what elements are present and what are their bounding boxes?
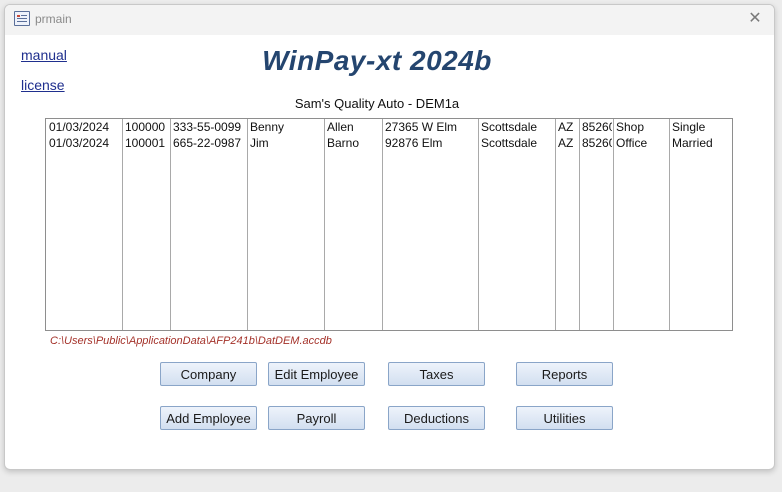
state-cell: AZ — [558, 136, 574, 150]
department-cell: Shop — [616, 120, 645, 134]
title-bar: prmain ✕ — [5, 5, 774, 35]
zip-cell: 85260 — [582, 120, 612, 134]
zip-cell: 85260 — [582, 136, 612, 150]
marital-status-cell: Married — [672, 136, 713, 150]
company-button[interactable]: Company — [160, 362, 257, 386]
app-title: WinPay-xt 2024b — [262, 45, 492, 76]
department-cell: Office — [616, 136, 648, 150]
ssn-cell: 665-22-0987 — [173, 136, 242, 150]
address-cell: 27365 W Elm — [385, 120, 458, 134]
address-cell: 92876 Elm — [385, 136, 443, 150]
pay-date-cell: 01/03/2024 — [49, 136, 110, 150]
state-cell: AZ — [558, 120, 574, 134]
taxes-button[interactable]: Taxes — [388, 362, 485, 386]
employee-row[interactable]: 01/03/2024 100000 333-55-0099 Benny Alle… — [46, 120, 732, 136]
employee-id-cell: 100001 — [125, 136, 166, 150]
last-name-cell: Allen — [327, 120, 354, 134]
employee-list[interactable]: 01/03/2024 100000 333-55-0099 Benny Alle… — [45, 118, 733, 331]
company-name: Sam's Quality Auto - DEM1a — [294, 96, 460, 111]
payroll-button[interactable]: Payroll — [268, 406, 365, 430]
prmain-window: prmain ✕ manual license WinPay-xt 2024b … — [4, 4, 775, 470]
employee-row[interactable]: 01/03/2024 100001 665-22-0987 Jim Barno … — [46, 136, 732, 152]
database-path: C:\Users\Public\ApplicationData\AFP241b\… — [50, 335, 332, 347]
form-icon — [14, 11, 30, 26]
license-link[interactable]: license — [21, 77, 65, 93]
city-cell: Scottsdale — [481, 136, 538, 150]
add-employee-button[interactable]: Add Employee — [160, 406, 257, 430]
pay-date-cell: 01/03/2024 — [49, 120, 110, 134]
first-name-cell: Benny — [250, 120, 285, 134]
marital-status-cell: Single — [672, 120, 706, 134]
utilities-button[interactable]: Utilities — [516, 406, 613, 430]
deductions-button[interactable]: Deductions — [388, 406, 485, 430]
reports-button[interactable]: Reports — [516, 362, 613, 386]
close-icon[interactable]: ✕ — [745, 9, 765, 29]
city-cell: Scottsdale — [481, 120, 538, 134]
last-name-cell: Barno — [327, 136, 360, 150]
edit-employee-button[interactable]: Edit Employee — [268, 362, 365, 386]
employee-id-cell: 100000 — [125, 120, 166, 134]
ssn-cell: 333-55-0099 — [173, 120, 242, 134]
first-name-cell: Jim — [250, 136, 269, 150]
window-title: prmain — [35, 12, 72, 26]
